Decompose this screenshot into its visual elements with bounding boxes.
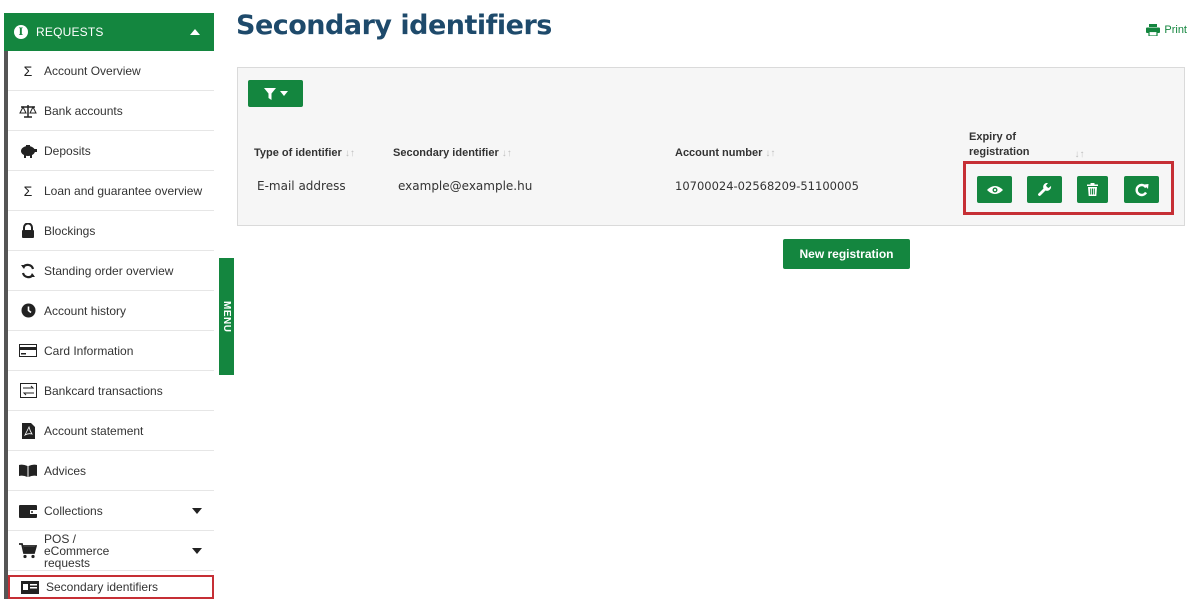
- sidebar-item-bankcard-transactions[interactable]: Bankcard transactions: [8, 371, 214, 411]
- sort-icon: ↓↑: [501, 148, 512, 159]
- menu-toggle-tab[interactable]: MENU: [219, 258, 234, 375]
- info-icon: i: [14, 25, 28, 39]
- wallet-icon: [18, 503, 38, 519]
- column-header-label: Secondary identifier: [393, 147, 499, 159]
- sidebar-item-blockings[interactable]: Blockings: [8, 211, 214, 251]
- sidebar-item-account-overview[interactable]: Σ Account Overview: [8, 51, 214, 91]
- page-title: Secondary identifiers: [236, 10, 552, 41]
- balance-scale-icon: [18, 103, 38, 119]
- sidebar-item-secondary-identifiers[interactable]: Secondary identifiers: [8, 575, 214, 599]
- chevron-up-icon: [190, 29, 200, 35]
- cart-icon: [18, 542, 38, 559]
- chevron-down-icon: [279, 91, 288, 96]
- column-header-label: Expiry of registration: [969, 130, 1030, 160]
- sidebar-item-label: Secondary identifiers: [46, 580, 159, 594]
- sidebar-item-deposits[interactable]: Deposits: [8, 131, 214, 171]
- modify-button[interactable]: [1027, 176, 1062, 203]
- sidebar-item-label: Standing order overview: [44, 263, 174, 278]
- column-header-account[interactable]: Account number ↓↑: [675, 147, 775, 159]
- view-button[interactable]: [977, 176, 1012, 203]
- sidebar-item-card-information[interactable]: Card Information: [8, 331, 214, 371]
- sidebar-item-label: Loan and guarantee overview: [44, 183, 203, 198]
- chevron-down-icon: [192, 547, 202, 554]
- menu-toggle-label: MENU: [221, 300, 232, 333]
- sidebar-item-label: Bank accounts: [44, 103, 123, 118]
- lock-icon: [18, 223, 38, 239]
- printer-icon: [1146, 24, 1161, 37]
- pdf-file-icon: [18, 422, 38, 439]
- sigma-icon: Σ: [23, 62, 33, 79]
- filter-button[interactable]: [248, 80, 303, 107]
- delete-button[interactable]: [1077, 176, 1108, 203]
- sidebar-item-pos-ecommerce[interactable]: POS / eCommerce requests: [8, 531, 214, 571]
- cell-secondary-identifier: example@example.hu: [398, 179, 533, 193]
- column-header-label: Type of identifier: [254, 147, 342, 159]
- sidebar-item-loan-overview[interactable]: Σ Loan and guarantee overview: [8, 171, 214, 211]
- new-registration-button[interactable]: New registration: [783, 239, 910, 269]
- filter-icon: [263, 87, 276, 100]
- identifiers-panel: Type of identifier ↓↑ Secondary identifi…: [237, 67, 1185, 226]
- refresh-icon: [18, 263, 38, 279]
- sort-icon: ↓↑: [765, 148, 776, 159]
- book-icon: [18, 463, 38, 479]
- column-header-label-line1: Expiry of: [969, 131, 1017, 143]
- sidebar-item-label: Deposits: [44, 143, 91, 158]
- column-header-expiry[interactable]: Expiry of registration ↓↑: [969, 130, 1109, 160]
- sidebar-header-requests[interactable]: i REQUESTS: [4, 13, 214, 51]
- renew-icon: [1135, 183, 1148, 196]
- print-label: Print: [1164, 24, 1187, 36]
- sidebar-item-bank-accounts[interactable]: Bank accounts: [8, 91, 214, 131]
- sidebar-item-account-history[interactable]: Account history: [8, 291, 214, 331]
- sidebar: i REQUESTS Σ Account Overview Bank accou…: [4, 13, 214, 603]
- sidebar-item-advices[interactable]: Advices: [8, 451, 214, 491]
- trash-icon: [1087, 183, 1098, 196]
- sidebar-item-label: Advices: [44, 463, 87, 478]
- sidebar-item-label: Bankcard transactions: [44, 383, 163, 398]
- cell-account-number: 10700024-02568209-51100005: [675, 179, 859, 193]
- sidebar-item-label: Account history: [44, 303, 127, 318]
- print-link[interactable]: Print: [1146, 24, 1187, 37]
- sidebar-item-standing-order[interactable]: Standing order overview: [8, 251, 214, 291]
- sidebar-menu: Σ Account Overview Bank accounts Deposit…: [4, 51, 214, 599]
- row-actions: [963, 161, 1174, 215]
- wrench-icon: [1037, 182, 1051, 196]
- piggy-bank-icon: [18, 143, 38, 159]
- sidebar-item-label: Account Overview: [44, 63, 141, 78]
- column-header-secondary[interactable]: Secondary identifier ↓↑: [393, 147, 512, 159]
- sidebar-item-label: Account statement: [44, 423, 144, 438]
- exchange-icon: [18, 383, 38, 399]
- cell-identifier-type: E-mail address: [257, 179, 346, 193]
- sidebar-item-label: Blockings: [44, 223, 96, 238]
- sidebar-item-collections[interactable]: Collections: [8, 491, 214, 531]
- sidebar-item-account-statement[interactable]: Account statement: [8, 411, 214, 451]
- column-header-label: Account number: [675, 147, 763, 159]
- sidebar-item-label: POS / eCommerce requests: [44, 531, 110, 570]
- id-card-icon: [20, 579, 40, 595]
- sidebar-item-label: Card Information: [44, 343, 134, 358]
- column-header-type[interactable]: Type of identifier ↓↑: [254, 147, 355, 159]
- sidebar-item-label: Collections: [44, 503, 103, 518]
- card-icon: [18, 343, 38, 359]
- sort-icon: ↓↑: [344, 148, 355, 159]
- renew-button[interactable]: [1124, 176, 1159, 203]
- chevron-down-icon: [192, 507, 202, 514]
- column-header-label-line2: registration: [969, 146, 1030, 158]
- sigma-icon: Σ: [23, 182, 33, 199]
- sidebar-header-label: REQUESTS: [36, 25, 104, 39]
- clock-icon: [18, 303, 38, 319]
- eye-icon: [986, 185, 1003, 194]
- sort-icon: ↓↑: [1074, 149, 1085, 160]
